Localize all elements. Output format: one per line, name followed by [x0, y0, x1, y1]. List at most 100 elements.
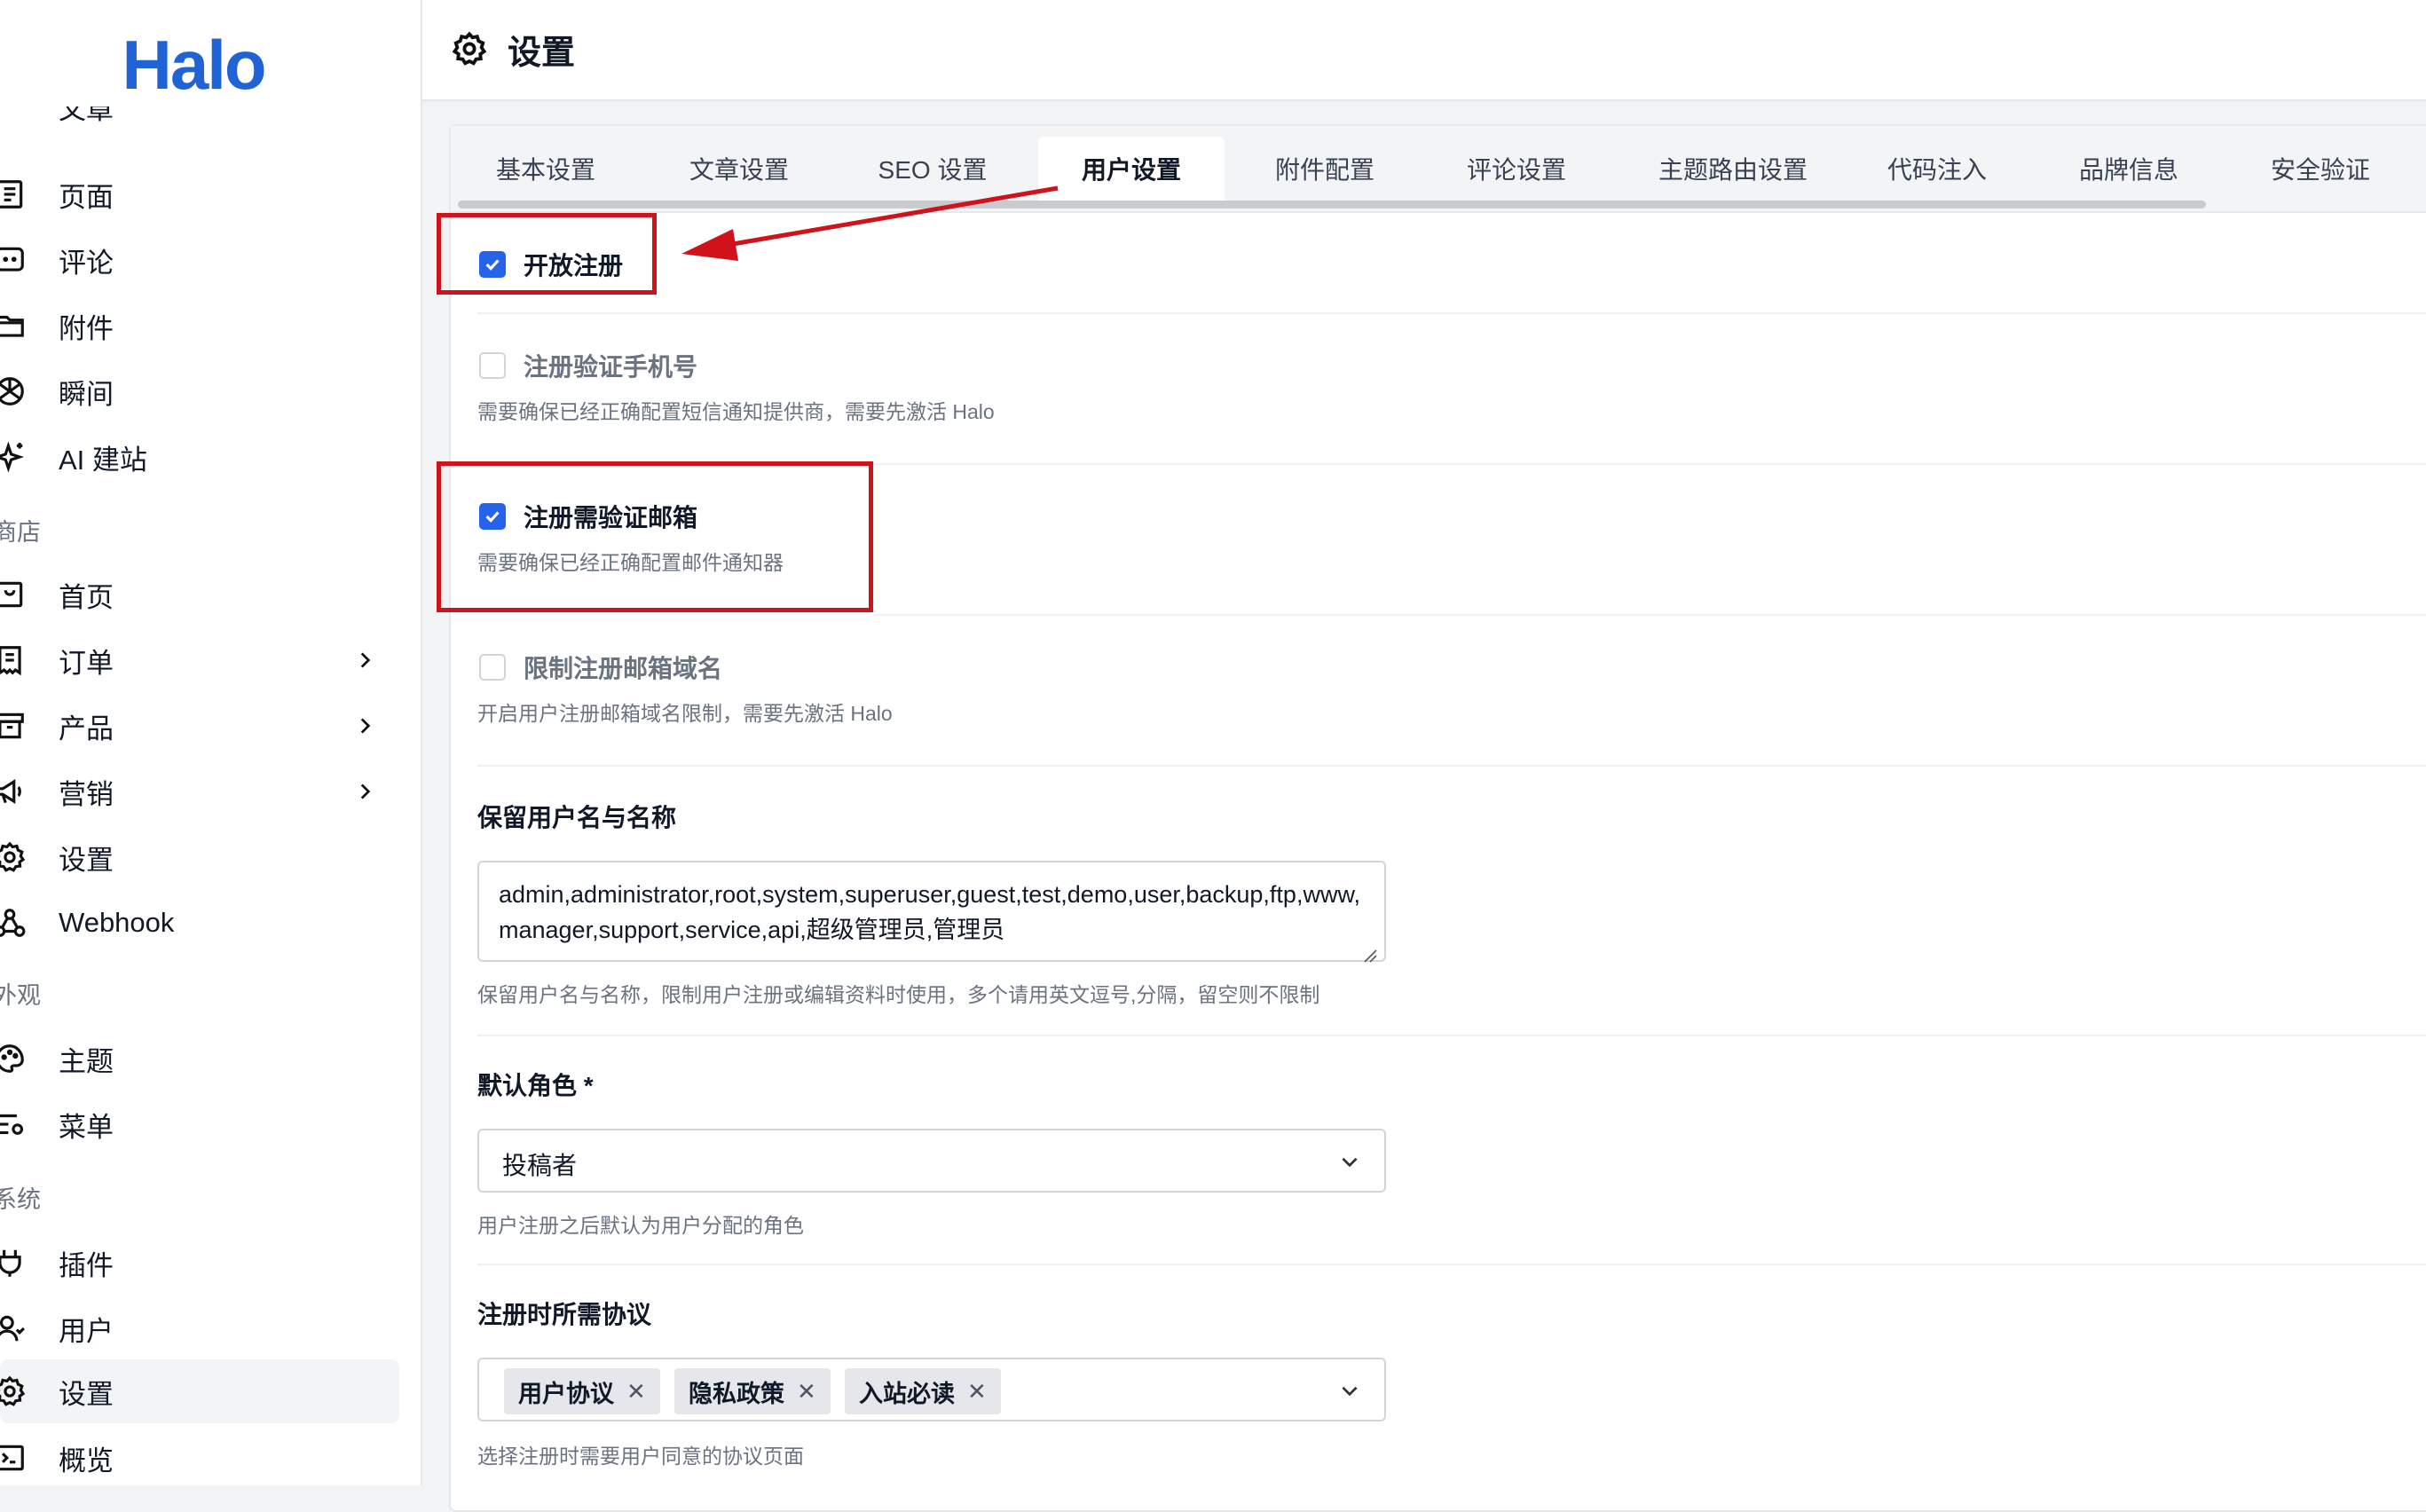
sidebar-item-orders[interactable]: 订单 — [0, 629, 399, 691]
restrict-domain-help: 开启用户注册邮箱域名限制，需要先激活 Halo — [477, 702, 893, 725]
sidebar: Halo 文章 页面 评论 附件 瞬间 AI 建站 商店 首页 订单 产品 营 — [0, 0, 422, 1485]
sidebar-item-label: 设置 — [59, 844, 114, 876]
default-role-value: 投稿者 — [502, 1152, 578, 1179]
agreement-tag: 用户协议 ✕ — [504, 1368, 660, 1414]
tag-label: 入站必读 — [859, 1380, 955, 1407]
chevron-right-icon — [353, 649, 376, 672]
sidebar-item-themes[interactable]: 主题 — [0, 1028, 399, 1090]
resize-handle-icon[interactable] — [1361, 937, 1377, 963]
divider — [477, 312, 2426, 314]
settings-card: 基本设置 文章设置 SEO 设置 用户设置 附件配置 评论设置 主题路由设置 代… — [449, 124, 2426, 1512]
sidebar-item-users[interactable]: 用户 — [0, 1297, 399, 1359]
verify-phone-label: 注册验证手机号 — [524, 353, 698, 381]
sidebar-item-products[interactable]: 产品 — [0, 695, 399, 757]
sidebar-item-moments[interactable]: 瞬间 — [0, 360, 399, 422]
divider — [477, 1264, 2426, 1265]
default-role-select[interactable]: 投稿者 — [477, 1129, 1386, 1193]
sidebar-item-comments[interactable]: 评论 — [0, 229, 399, 291]
sidebar-item-label: 概览 — [59, 1445, 114, 1477]
reserved-names-textarea[interactable]: admin,administrator,root,system,superuse… — [477, 861, 1386, 963]
page-icon — [0, 177, 27, 211]
sidebar-item-settings[interactable]: 设置 — [0, 1359, 399, 1423]
sidebar-item-label: 产品 — [59, 713, 114, 744]
verify-phone-checkbox[interactable] — [479, 352, 506, 379]
remove-tag-icon[interactable]: ✕ — [967, 1378, 987, 1406]
chevron-right-icon — [353, 714, 376, 737]
sidebar-item-label: 文章 — [59, 106, 114, 125]
restrict-domain-row: 限制注册邮箱域名 — [479, 650, 722, 685]
sidebar-item-pages[interactable]: 页面 — [0, 163, 399, 225]
sidebar-item-ai-build[interactable]: AI 建站 — [0, 426, 399, 488]
sidebar-item-webhook[interactable]: Webhook — [0, 892, 399, 954]
tag-label: 用户协议 — [518, 1380, 614, 1407]
divider — [873, 614, 2426, 616]
agreements-label: 注册时所需协议 — [477, 1301, 652, 1328]
sidebar-item-posts[interactable]: 文章 — [0, 106, 399, 142]
comment-icon — [0, 243, 27, 277]
tab-security[interactable]: 安全验证 — [2245, 137, 2396, 204]
sidebar-item-label: 用户 — [59, 1315, 114, 1347]
page-title: 设置 — [508, 35, 576, 72]
sidebar-item-label: 评论 — [59, 247, 114, 279]
moment-icon — [0, 374, 27, 408]
annotation-arrow-icon — [681, 185, 1059, 261]
group-title-appearance: 外观 — [0, 982, 41, 1009]
chevron-right-icon — [353, 780, 376, 803]
sidebar-item-label: 附件 — [59, 312, 114, 344]
reserved-names-help: 保留用户名与名称，限制用户注册或编辑资料时使用，多个请用英文逗号,分隔，留空则不… — [477, 983, 1320, 1006]
sidebar-item-label: AI 建站 — [59, 444, 147, 476]
restrict-domain-checkbox[interactable] — [479, 654, 506, 681]
agreement-tag: 隐私政策 ✕ — [674, 1368, 831, 1414]
chevron-down-icon — [1338, 1150, 1361, 1173]
folder-icon — [0, 309, 27, 343]
tab-theme-route[interactable]: 主题路由设置 — [1631, 137, 1835, 204]
webhook-icon — [0, 906, 27, 940]
gear-icon — [0, 1374, 27, 1408]
tab-comment[interactable]: 评论设置 — [1441, 137, 1592, 204]
reserved-names-label: 保留用户名与名称 — [477, 804, 677, 831]
sidebar-item-plugins[interactable]: 插件 — [0, 1232, 399, 1294]
tag-label: 隐私政策 — [689, 1380, 784, 1407]
remove-tag-icon[interactable]: ✕ — [797, 1378, 816, 1406]
group-title-system: 系统 — [0, 1186, 41, 1213]
sidebar-item-overview[interactable]: 概览 — [0, 1427, 399, 1485]
verify-phone-row: 注册验证手机号 — [479, 348, 697, 383]
user-icon — [0, 1311, 27, 1345]
divider — [477, 765, 2426, 767]
sidebar-item-menus[interactable]: 菜单 — [0, 1093, 399, 1155]
restrict-domain-label: 限制注册邮箱域名 — [524, 655, 723, 682]
agreements-multiselect[interactable]: 用户协议 ✕ 隐私政策 ✕ 入站必读 ✕ — [477, 1358, 1386, 1421]
sidebar-item-label: 插件 — [59, 1249, 114, 1281]
tab-attachment[interactable]: 附件配置 — [1249, 137, 1400, 204]
remove-tag-icon[interactable]: ✕ — [626, 1378, 646, 1406]
sidebar-item-label: 设置 — [59, 1378, 114, 1410]
sidebar-item-label: 页面 — [59, 181, 114, 213]
chevron-down-icon — [1338, 1379, 1361, 1402]
sidebar-item-marketing[interactable]: 营销 — [0, 760, 399, 823]
group-title-store: 商店 — [0, 519, 41, 546]
sidebar-item-label: 瞬间 — [59, 378, 114, 410]
tab-brand[interactable]: 品牌信息 — [2053, 137, 2204, 204]
sidebar-item-store-home[interactable]: 首页 — [0, 563, 399, 626]
divider — [477, 1035, 2426, 1036]
halo-logo: Halo — [122, 26, 266, 104]
plug-icon — [0, 1246, 27, 1280]
product-icon — [0, 709, 27, 743]
tab-code-inject[interactable]: 代码注入 — [1862, 137, 2012, 204]
gear-icon — [0, 840, 27, 874]
sidebar-item-label: Webhook — [59, 907, 175, 938]
megaphone-icon — [0, 775, 27, 808]
verify-phone-help: 需要确保已经正确配置短信通知提供商，需要先激活 Halo — [477, 400, 995, 423]
order-icon — [0, 643, 27, 677]
palette-icon — [0, 1042, 27, 1075]
page-header: 设置 — [422, 0, 2426, 101]
sparkle-icon — [0, 440, 27, 474]
sidebar-item-store-settings[interactable]: 设置 — [0, 826, 399, 888]
sidebar-item-label: 营销 — [59, 778, 114, 810]
agreement-tag: 入站必读 ✕ — [845, 1368, 1001, 1414]
sidebar-item-label: 订单 — [59, 647, 114, 679]
default-role-help: 用户注册之后默认为用户分配的角色 — [477, 1214, 804, 1237]
home-icon — [0, 578, 27, 611]
sidebar-item-attachments[interactable]: 附件 — [0, 295, 399, 357]
tab-basic[interactable]: 基本设置 — [470, 137, 621, 204]
